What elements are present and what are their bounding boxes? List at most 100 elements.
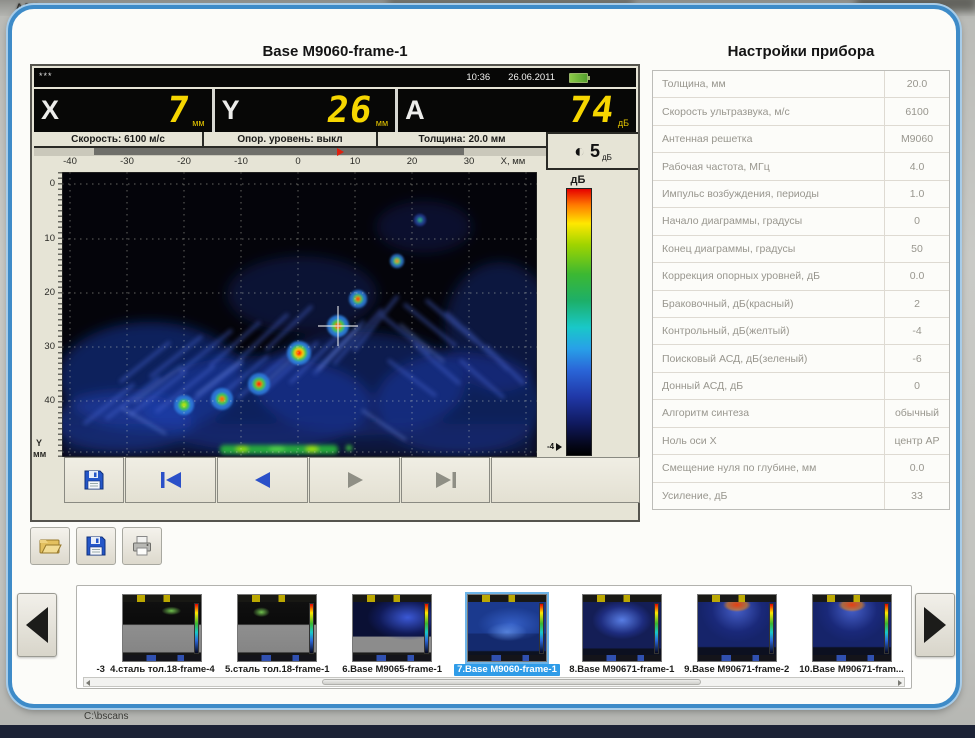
settings-row: Толщина, мм 20.0 [653,71,949,98]
setting-value: 0 [884,373,949,399]
y-tick: 20 [35,287,55,298]
scrollbar-left-arrow[interactable] [86,680,90,686]
battery-icon [569,73,588,83]
thumbnail-label: 9.Base M90671-frame-2 [684,664,789,676]
y-tick: 40 [35,395,55,406]
thumbnail-item[interactable]: 5.сталь тол.18-frame-1 [220,594,335,676]
thumbnail-item[interactable]: 10.Base M90671-fram... [794,594,909,676]
screen: АДМ-интровизор Base M9060-frame-1 Настро… [0,0,975,738]
thumbnail-item[interactable]: 8.Base M90671-frame-1 [564,594,679,676]
left-arrow-icon [22,603,52,647]
settings-row: Конец диаграммы, градусы 50 [653,236,949,263]
x-tick: 0 [281,156,315,167]
readout-y: Y 26 мм [215,89,396,132]
floppy-icon [82,468,106,492]
save-frame-button[interactable] [64,457,124,503]
thumbnail-scrollbar[interactable] [83,677,905,687]
previous-frame-icon [252,470,274,490]
settings-row: Смещение нуля по глубине, мм 0.0 [653,455,949,482]
y-tick: 30 [35,341,55,352]
device-status-bar: *** 10:36 26.06.2011 [34,68,636,87]
printer-icon [129,534,155,558]
setting-value: 6100 [884,98,949,124]
thumbnail-item[interactable]: 9.Base M90671-frame-2 [679,594,794,676]
contrast-value: 5 [590,141,600,162]
bscan-image[interactable] [62,172,537,457]
next-frame-button[interactable] [309,457,400,503]
setting-label: Браковочный, дБ(красный) [653,298,884,310]
readout-y-value: 26 [325,93,375,129]
setting-label: Толщина, мм [653,78,884,90]
setting-label: Донный АСД, дБ [653,380,884,392]
settings-row: Усиление, дБ 33 [653,483,949,509]
setting-label: Антенная решетка [653,133,884,145]
aperture-band [94,148,464,155]
setting-value: -6 [884,345,949,371]
cursor-readouts: X 7 мм Y 26 мм A 74 дБ [34,89,636,132]
scroll-left-button[interactable] [17,593,57,657]
floppy-icon [84,534,108,558]
settings-row: Контрольный, дБ(желтый) -4 [653,318,949,345]
x-axis-label: X, мм [496,156,530,167]
setting-value: -4 [884,318,949,344]
readout-a-value: 74 [567,93,617,129]
settings-row: Рабочая частота, МГц 4.0 [653,153,949,180]
bottom-bar [0,725,975,738]
x-tick: -30 [110,156,144,167]
scroll-right-button[interactable] [915,593,955,657]
colorbar: дБ -4 [546,172,638,457]
setting-label: Начало диаграммы, градусы [653,215,884,227]
last-frame-button[interactable] [401,457,490,503]
thumbnail-image[interactable] [352,594,432,662]
setting-label: Поисковый АСД, дБ(зеленый) [653,353,884,365]
status-path: C:\bscans [84,711,128,722]
contrast-control[interactable]: ◐ 5 дБ [546,132,638,170]
cursor-x-marker [337,148,344,156]
thumbnail-list: -3 4.сталь тол.18-frame-4 5.сталь тол.18… [79,590,909,676]
thumbnail-image[interactable] [467,594,547,662]
x-axis: -40 -30 -20 -10 0 10 20 30 X, мм [34,156,546,171]
right-arrow-icon [920,603,950,647]
thumbnail-item[interactable]: 6.Base M9065-frame-1 [335,594,450,676]
clock-time: 10:36 [466,72,490,83]
setting-value: центр АР [884,428,949,454]
previous-frame-button[interactable] [217,457,308,503]
setting-value: обычный [884,400,949,426]
thumbnail-image[interactable] [697,594,777,662]
readout-x-unit: мм [192,118,204,128]
setting-label: Коррекция опорных уровней, дБ [653,270,884,282]
thumbnail-image[interactable] [122,594,202,662]
x-tick: 30 [452,156,486,167]
setting-label: Ноль оси X [653,435,884,447]
setting-label: Смещение нуля по глубине, мм [653,462,884,474]
scrollbar-right-arrow[interactable] [898,680,902,686]
device-screen: *** 10:36 26.06.2011 X 7 мм Y 26 мм [30,64,640,522]
scrollbar-thumb[interactable] [322,679,701,685]
readout-x: X 7 мм [34,89,212,132]
ref-level-readout: Опор. уровень: выкл [202,132,376,146]
first-frame-button[interactable] [125,457,216,503]
thumbnail-image[interactable] [237,594,317,662]
setting-value: 1.0 [884,181,949,207]
x-tick: -40 [53,156,87,167]
thickness-readout: Толщина: 20.0 мм [376,132,546,146]
thumbnail-item[interactable]: 4.сталь тол.18-frame-4 [105,594,220,676]
save-file-button[interactable] [76,527,116,565]
open-file-button[interactable] [30,527,70,565]
thumbnail-image[interactable] [582,594,662,662]
settings-row: Скорость ультразвука, м/с 6100 [653,98,949,125]
open-folder-icon [37,534,63,558]
print-button[interactable] [122,527,162,565]
readout-y-label: Y [222,97,240,124]
thumbnail-item-selected[interactable]: 7.Base M9060-frame-1 [450,594,565,676]
settings-row: Антенная решетка M9060 [653,126,949,153]
thumbnail-image[interactable] [812,594,892,662]
thumbnail-item-partial[interactable]: -3 [79,664,105,676]
setting-label: Скорость ультразвука, м/с [653,106,884,118]
setting-label: Контрольный, дБ(желтый) [653,325,884,337]
settings-row: Донный АСД, дБ 0 [653,373,949,400]
setting-label: Усиление, дБ [653,490,884,502]
speed-readout: Скорость: 6100 м/с [34,132,202,146]
scan-title: Base M9060-frame-1 [30,43,640,60]
readout-x-value: 7 [164,93,192,129]
